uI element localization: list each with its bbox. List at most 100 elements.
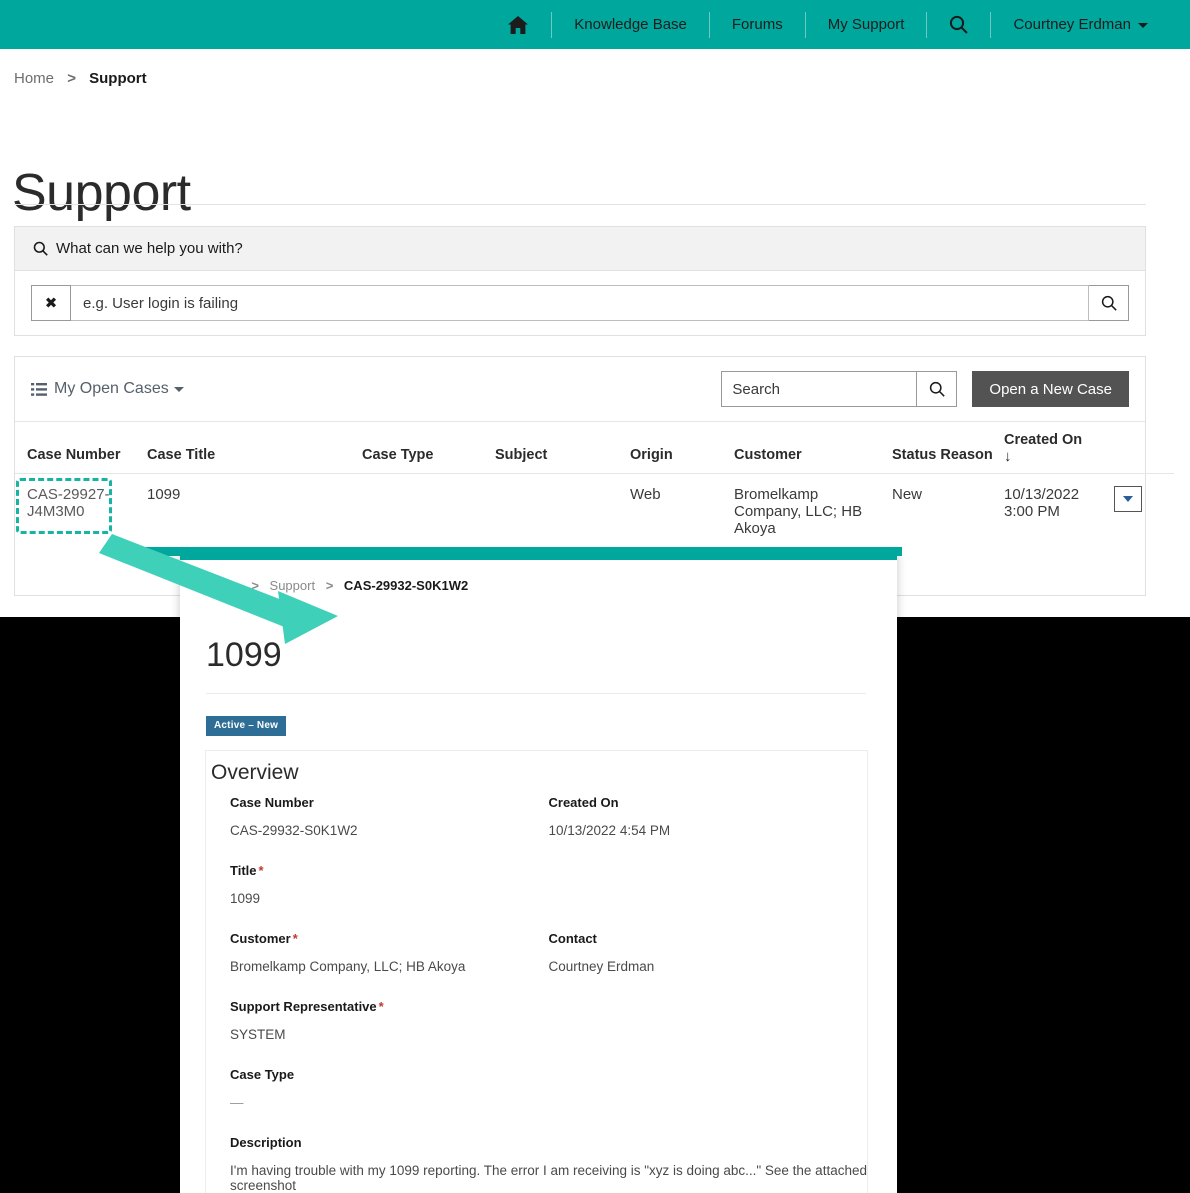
open-new-case-button[interactable]: Open a New Case [972, 371, 1129, 407]
case-search-input[interactable] [721, 371, 918, 407]
field-value-customer: Bromelkamp Company, LLC; HB Akoya [230, 959, 466, 974]
chevron-down-icon [1138, 22, 1148, 28]
detail-breadcrumb-separator: > [325, 578, 334, 593]
detail-breadcrumb-home[interactable]: Home [206, 578, 241, 593]
column-header-created-on-label: Created On [1004, 432, 1083, 448]
page-title: Support [12, 163, 191, 222]
field-label-case-type: Case Type [230, 1067, 295, 1082]
field-customer: Customer * Bromelkamp Company, LLC; HB Ak… [230, 931, 549, 999]
chevron-down-icon [173, 386, 184, 392]
page-root: Knowledge Base Forums My Support Courtne… [0, 0, 1190, 1193]
nav-search-icon[interactable] [927, 15, 990, 34]
field-value-case-type: — [230, 1095, 244, 1110]
column-header-origin[interactable]: Origin [630, 422, 734, 474]
view-selector[interactable]: My Open Cases [31, 380, 184, 398]
list-icon [31, 382, 47, 396]
detail-breadcrumb: Home > Support > CAS-29932-S0K1W2 [206, 578, 897, 593]
column-header-case-title[interactable]: Case Title [147, 422, 362, 474]
breadcrumb: Home > Support [14, 70, 147, 87]
row-menu-button[interactable] [1114, 486, 1142, 512]
nav-item-knowledge-base[interactable]: Knowledge Base [552, 0, 709, 49]
user-menu[interactable]: Courtney Erdman [991, 0, 1170, 49]
title-divider [14, 204, 1146, 205]
required-marker: * [378, 999, 384, 1014]
field-label-description: Description [230, 1135, 302, 1150]
case-detail-panel: Home > Support > CAS-29932-S0K1W2 1099 A… [180, 553, 897, 1193]
column-header-status-reason[interactable]: Status Reason [892, 422, 1004, 474]
column-header-subject[interactable]: Subject [495, 422, 630, 474]
field-contact: Contact Courtney Erdman [549, 931, 868, 999]
field-label-title-text: Title [230, 863, 257, 878]
detail-breadcrumb-current: CAS-29932-S0K1W2 [343, 578, 469, 593]
help-search-header: What can we help you with? [15, 227, 1145, 271]
field-row-case-number: Case Number CAS-29932-S0K1W2 Created On … [230, 795, 867, 863]
field-title: Title * 1099 [230, 863, 549, 931]
nav-item-forums[interactable]: Forums [710, 0, 805, 49]
user-menu-label: Courtney Erdman [1013, 16, 1131, 33]
field-case-number: Case Number CAS-29932-S0K1W2 [230, 795, 549, 863]
cell-case-number[interactable]: CAS-29927-J4M3M0 [15, 474, 147, 550]
field-value-support-representative: SYSTEM [230, 1027, 286, 1042]
field-created-on: Created On 10/13/2022 4:54 PM [549, 795, 868, 863]
column-header-customer[interactable]: Customer [734, 422, 892, 474]
help-search-submit-button[interactable] [1089, 285, 1129, 321]
detail-breadcrumb-support[interactable]: Support [270, 578, 316, 593]
help-search-header-label: What can we help you with? [56, 240, 243, 257]
field-row-support-representative: Support Representative * SYSTEM [230, 999, 867, 1067]
cases-table-head: Case Number Case Title Case Type Subject… [15, 422, 1174, 474]
field-label-customer: Customer * [230, 931, 549, 946]
cell-customer: Bromelkamp Company, LLC; HB Akoya [734, 486, 863, 537]
cell-subject [495, 474, 630, 550]
table-header-row: Case Number Case Title Case Type Subject… [15, 422, 1174, 474]
field-value-description: I'm having trouble with my 1099 reportin… [230, 1163, 867, 1193]
field-spacer [549, 1067, 868, 1135]
home-icon[interactable] [485, 15, 551, 35]
clear-search-button[interactable]: ✖ [31, 285, 71, 321]
field-spacer [549, 863, 868, 931]
overview-section: Overview Case Number CAS-29932-S0K1W2 Cr… [205, 750, 868, 1193]
field-case-type: Case Type — [230, 1067, 549, 1135]
field-label-title: Title * [230, 863, 549, 878]
search-icon [33, 241, 48, 256]
overview-fields: Case Number CAS-29932-S0K1W2 Created On … [206, 795, 867, 1193]
case-list-actions: Open a New Case [721, 371, 1129, 407]
detail-title-divider [206, 693, 866, 694]
sort-descending-icon: ↓ [1004, 448, 1012, 465]
required-marker: * [258, 863, 264, 878]
field-spacer [549, 999, 868, 1067]
help-search-input[interactable] [71, 285, 1089, 321]
status-badge: Active – New [206, 716, 287, 736]
field-description: Description I'm having trouble with my 1… [230, 1135, 867, 1193]
view-selector-label: My Open Cases [54, 380, 169, 397]
breadcrumb-home[interactable]: Home [14, 70, 54, 87]
table-row[interactable]: CAS-29927-J4M3M0 1099 Web Bromelkamp Com… [15, 474, 1174, 550]
field-label-case-number: Case Number [230, 795, 314, 810]
column-header-case-number[interactable]: Case Number [15, 422, 147, 474]
help-search-panel: What can we help you with? ✖ [14, 226, 1146, 336]
field-row-title: Title * 1099 [230, 863, 867, 931]
cell-actions [1114, 474, 1174, 550]
panel-accent-bar [180, 553, 897, 560]
column-header-created-on[interactable]: Created On ↓ [1004, 422, 1114, 474]
field-label-support-representative: Support Representative * [230, 999, 549, 1014]
breadcrumb-separator: > [67, 70, 76, 87]
field-label-support-representative-text: Support Representative [230, 999, 377, 1014]
cell-status-reason: New [892, 486, 923, 503]
field-value-created-on: 10/13/2022 4:54 PM [548, 823, 671, 838]
field-label-created-on: Created On [548, 795, 619, 810]
field-support-representative: Support Representative * SYSTEM [230, 999, 549, 1067]
field-row-customer: Customer * Bromelkamp Company, LLC; HB Ak… [230, 931, 867, 999]
nav-item-my-support[interactable]: My Support [806, 0, 927, 49]
field-value-title: 1099 [230, 891, 261, 906]
top-navigation-bar: Knowledge Base Forums My Support Courtne… [0, 0, 1190, 49]
help-search-body: ✖ [15, 271, 1145, 335]
field-label-contact: Contact [548, 931, 597, 946]
case-search-button[interactable] [917, 371, 958, 407]
cases-table-body: CAS-29927-J4M3M0 1099 Web Bromelkamp Com… [15, 474, 1174, 550]
column-header-case-type[interactable]: Case Type [362, 422, 495, 474]
column-header-actions [1114, 422, 1174, 474]
field-row-case-type: Case Type — [230, 1067, 867, 1135]
cell-origin: Web [630, 486, 661, 503]
cell-created-on: 10/13/2022 3:00 PM [1004, 486, 1080, 520]
cases-table: Case Number Case Title Case Type Subject… [15, 422, 1174, 549]
